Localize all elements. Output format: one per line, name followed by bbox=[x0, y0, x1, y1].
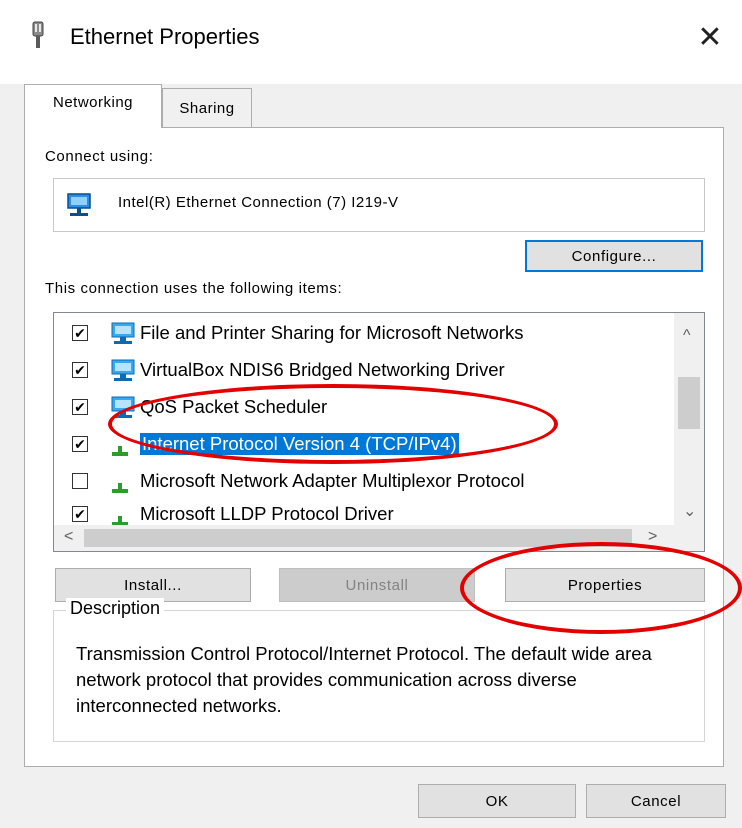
tab-sharing[interactable]: Sharing bbox=[162, 88, 252, 128]
item-checkbox[interactable]: ✔ bbox=[72, 399, 88, 415]
ethernet-properties-dialog: Ethernet Properties ✕ Networking Sharing… bbox=[0, 0, 742, 828]
scroll-down-icon[interactable]: ⌄ bbox=[683, 501, 696, 521]
item-checkbox[interactable]: ✔ bbox=[72, 362, 88, 378]
cancel-button[interactable]: Cancel bbox=[586, 784, 726, 818]
network-adapter-icon bbox=[32, 21, 44, 48]
item-checkbox[interactable]: ✔ bbox=[72, 436, 88, 452]
adapter-name: Intel(R) Ethernet Connection (7) I219-V bbox=[118, 194, 399, 211]
description-text: Transmission Control Protocol/Internet P… bbox=[76, 643, 652, 716]
network-service-icon bbox=[111, 359, 135, 381]
close-button[interactable]: ✕ bbox=[690, 18, 730, 58]
annotation-circle-ipv4 bbox=[108, 384, 558, 464]
list-item[interactable]: Microsoft Network Adapter Multiplexor Pr… bbox=[54, 463, 676, 500]
item-checkbox[interactable]: ✔ bbox=[72, 506, 88, 522]
install-button[interactable]: Install... bbox=[55, 568, 251, 602]
network-adapter-icon bbox=[67, 193, 91, 216]
scroll-right-icon[interactable]: > bbox=[648, 528, 657, 546]
item-label: Microsoft LLDP Protocol Driver bbox=[140, 503, 394, 524]
configure-button[interactable]: Configure... bbox=[525, 240, 703, 272]
protocol-icon bbox=[112, 483, 128, 493]
annotation-circle-properties bbox=[460, 542, 742, 634]
connect-using-label: Connect using: bbox=[45, 148, 154, 165]
adapter-display: Intel(R) Ethernet Connection (7) I219-V bbox=[53, 178, 705, 232]
list-item[interactable]: ✔ File and Printer Sharing for Microsoft… bbox=[54, 315, 676, 352]
title-bar: Ethernet Properties ✕ bbox=[0, 0, 742, 84]
scroll-up-icon[interactable]: ^ bbox=[683, 327, 691, 345]
item-label: VirtualBox NDIS6 Bridged Networking Driv… bbox=[140, 359, 505, 380]
tab-strip: Networking Sharing bbox=[24, 84, 714, 128]
network-service-icon bbox=[111, 322, 135, 344]
uninstall-button[interactable]: Uninstall bbox=[279, 568, 475, 602]
ok-button[interactable]: OK bbox=[418, 784, 576, 818]
close-icon: ✕ bbox=[697, 21, 723, 54]
window-title: Ethernet Properties bbox=[70, 24, 260, 49]
vertical-scroll-thumb[interactable] bbox=[678, 377, 700, 429]
item-checkbox[interactable] bbox=[72, 473, 88, 489]
scroll-left-icon[interactable]: < bbox=[64, 528, 73, 546]
item-label: File and Printer Sharing for Microsoft N… bbox=[140, 322, 524, 343]
item-label: Microsoft Network Adapter Multiplexor Pr… bbox=[140, 470, 525, 491]
description-title: Description bbox=[66, 598, 165, 619]
item-checkbox[interactable]: ✔ bbox=[72, 325, 88, 341]
items-label: This connection uses the following items… bbox=[45, 280, 343, 297]
tab-networking[interactable]: Networking bbox=[24, 84, 162, 128]
vertical-scrollbar[interactable]: ^ ⌄ bbox=[674, 313, 704, 525]
